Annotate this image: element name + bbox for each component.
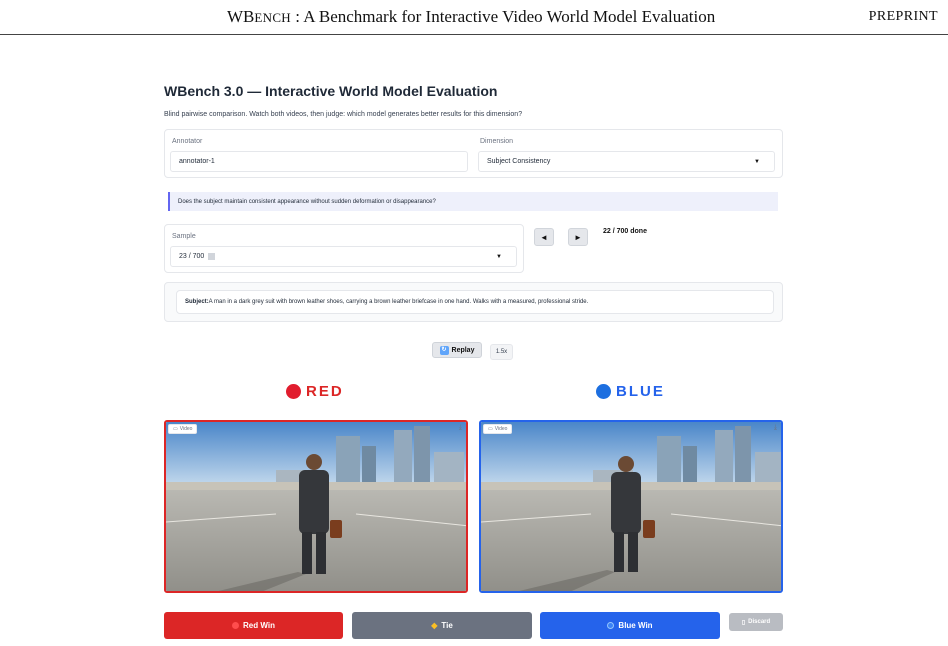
subject-description: Subject: A man in a dark grey suit with … <box>176 290 774 314</box>
red-win-button[interactable]: Red Win <box>164 612 343 639</box>
replay-button[interactable]: ↻ Replay <box>432 342 482 358</box>
dimension-select[interactable]: Subject Consistency ▼ <box>478 151 775 172</box>
red-side-label: RED <box>286 383 344 400</box>
dimension-label: Dimension <box>480 138 514 145</box>
annotation-app: WBench 3.0 — Interactive World Model Eva… <box>160 80 786 646</box>
download-icon[interactable]: ⤓ <box>459 424 462 432</box>
red-circle-icon <box>286 384 301 399</box>
annotator-label: Annotator <box>172 138 203 145</box>
sample-value: 23 / 700 <box>179 253 205 260</box>
red-video-player[interactable]: ▭ Video ⤓ <box>164 420 468 593</box>
tie-button[interactable]: ◆ Tie <box>352 612 532 639</box>
app-subtitle: Blind pairwise comparison. Watch both vi… <box>164 111 523 118</box>
speed-button[interactable]: 1.5x <box>490 344 513 360</box>
paper-header: WBENCH : A Benchmark for Interactive Vid… <box>0 0 948 48</box>
blue-circle-icon <box>596 384 611 399</box>
red-video-frame <box>166 422 466 591</box>
video-tag: ▭ Video <box>483 424 513 434</box>
red-circle-icon <box>232 622 240 629</box>
trash-icon: ▯ <box>741 619 746 626</box>
blue-video-frame <box>481 422 781 591</box>
blue-win-button[interactable]: Blue Win <box>540 612 720 639</box>
header-rule <box>0 34 948 35</box>
paper-title: WBENCH : A Benchmark for Interactive Vid… <box>227 7 716 26</box>
app-title: WBench 3.0 — Interactive World Model Eva… <box>164 83 498 99</box>
triangle-right-icon: ► <box>574 232 582 242</box>
handshake-icon: ◆ <box>431 621 438 630</box>
status-square-icon <box>208 253 216 260</box>
progress-text: 22 / 700 done <box>603 228 647 235</box>
subject-text: A man in a dark grey suit with brown lea… <box>208 299 589 305</box>
sample-select[interactable]: 23 / 700 ▼ <box>170 246 517 267</box>
replay-label: Replay <box>451 346 475 354</box>
download-icon[interactable]: ⤓ <box>774 424 777 432</box>
triangle-left-icon: ◄ <box>540 232 548 242</box>
sample-label: Sample <box>172 233 196 240</box>
chevron-down-icon: ▼ <box>496 253 502 260</box>
blue-video-player[interactable]: ▭ Video ⤓ <box>479 420 783 593</box>
discard-button[interactable]: ▯ Discard <box>729 613 783 631</box>
blue-side-label: BLUE <box>596 383 665 400</box>
annotator-value: annotator-1 <box>179 158 215 165</box>
next-sample-button[interactable]: ► <box>568 228 588 246</box>
question-banner: Does the subject maintain consistent app… <box>168 192 778 211</box>
annotator-input[interactable]: annotator-1 <box>170 151 468 172</box>
video-camera-icon: ▭ <box>488 426 493 432</box>
dimension-value: Subject Consistency <box>487 158 551 165</box>
prev-sample-button[interactable]: ◄ <box>534 228 554 246</box>
subject-label: Subject: <box>185 299 209 305</box>
video-tag: ▭ Video <box>168 424 198 434</box>
paper-tag: PREPRINT <box>868 9 938 24</box>
video-camera-icon: ▭ <box>173 426 178 432</box>
blue-circle-icon <box>607 622 615 629</box>
chevron-down-icon: ▼ <box>754 158 760 165</box>
replay-icon: ↻ <box>439 345 449 355</box>
